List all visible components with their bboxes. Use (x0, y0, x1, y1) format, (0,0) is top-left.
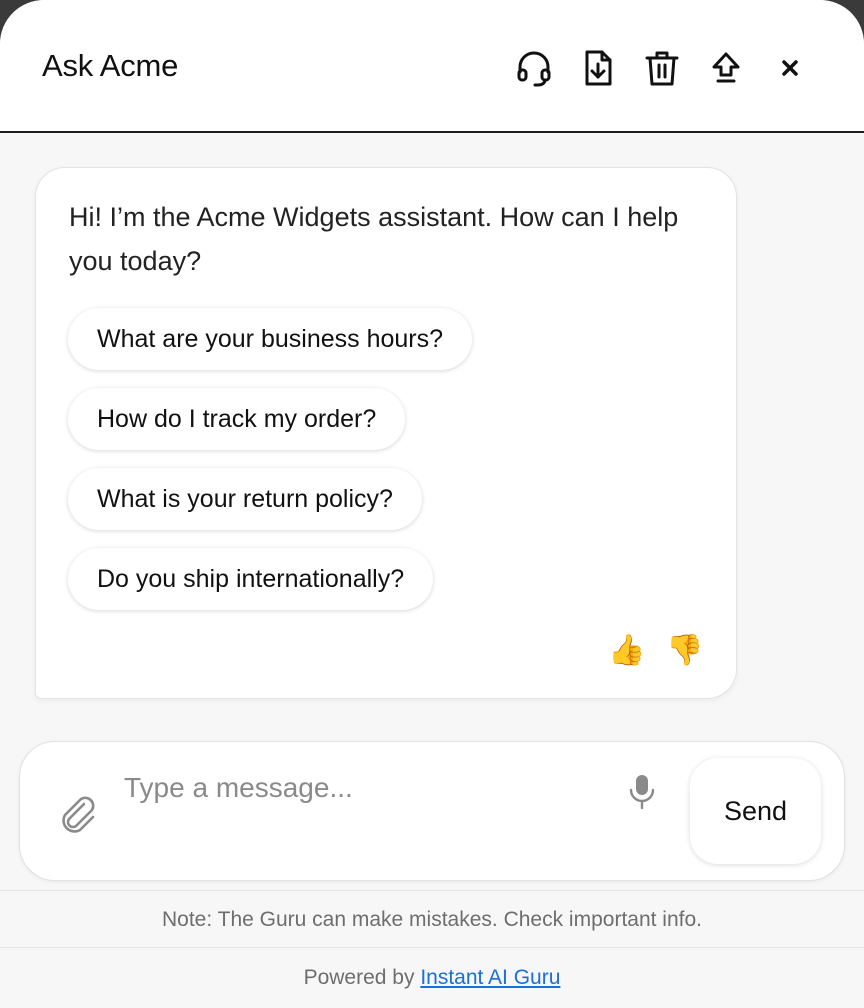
suggestion-chip[interactable]: Do you ship internationally? (68, 548, 434, 610)
thumbs-up-icon[interactable]: 👍 (608, 634, 645, 668)
thumbs-down-icon[interactable]: 👎 (666, 634, 703, 668)
send-button[interactable]: Send (690, 758, 821, 864)
powered-by-link[interactable]: Instant AI Guru (420, 966, 560, 989)
microphone-icon[interactable] (626, 772, 658, 812)
disclaimer-note: Note: The Guru can make mistakes. Check … (0, 890, 864, 948)
message-input[interactable] (124, 766, 604, 810)
paperclip-icon[interactable] (54, 790, 98, 834)
trash-icon[interactable] (640, 46, 684, 90)
chat-widget: Ask Acme Hi! I’m the Acme Widgets assist… (0, 0, 864, 1008)
suggestion-chip[interactable]: How do I track my order? (68, 388, 406, 450)
chat-header: Ask Acme (0, 0, 864, 133)
chat-title: Ask Acme (42, 48, 179, 83)
message-composer: Send (19, 741, 845, 881)
suggestion-chip[interactable]: What are your business hours? (68, 308, 473, 370)
assistant-greeting: Hi! I’m the Acme Widgets assistant. How … (69, 202, 679, 276)
close-icon[interactable] (768, 46, 812, 90)
powered-by: Powered by Instant AI Guru (0, 949, 864, 1008)
assistant-message-bubble: Hi! I’m the Acme Widgets assistant. How … (35, 167, 737, 699)
headset-icon[interactable] (512, 46, 556, 90)
suggestion-chip[interactable]: What is your return policy? (68, 468, 422, 530)
download-file-icon[interactable] (576, 46, 620, 90)
expand-arrow-icon[interactable] (704, 46, 748, 90)
powered-by-prefix: Powered by (303, 966, 421, 989)
